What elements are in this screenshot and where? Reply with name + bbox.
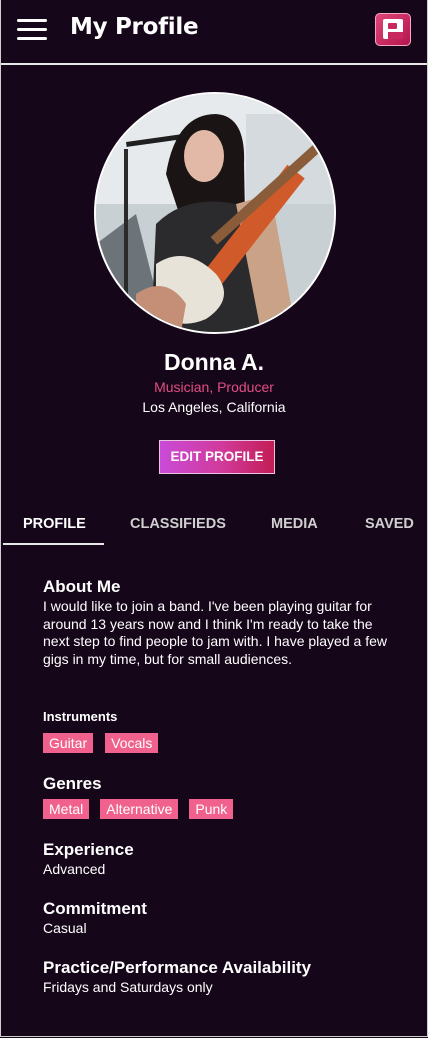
instruments-tags: Guitar Vocals [43,733,159,753]
app-frame: My Profile Donna A. Musician, Producer L… [0,0,428,1037]
about-title: About Me [43,577,121,596]
tab-classifieds[interactable]: CLASSIFIEDS [130,516,226,532]
edit-profile-button[interactable]: EDIT PROFILE [159,440,275,474]
instrument-tag: Vocals [105,733,159,753]
tab-media[interactable]: MEDIA [271,516,318,532]
top-bar: My Profile [1,0,427,65]
profile-role: Musician, Producer [154,379,274,395]
about-text: I would like to join a band. I've been p… [43,598,387,667]
tab-saved[interactable]: SAVED [365,516,414,532]
instruments-title: Instruments [43,709,118,724]
profile-name: Donna A. [163,349,265,375]
profile-location: Los Angeles, California [142,399,286,415]
availability-value: Fridays and Saturdays only [43,979,213,995]
genre-tag: Punk [189,799,234,819]
commitment-value: Casual [43,920,87,936]
commitment-title: Commitment [43,899,147,918]
p-logo-icon[interactable] [375,13,411,46]
experience-value: Advanced [43,861,106,877]
genres-title: Genres [43,774,102,793]
genre-tag: Metal [43,799,90,819]
genres-tags: Metal Alternative Punk [43,799,234,819]
menu-icon[interactable] [17,19,47,41]
experience-title: Experience [43,840,134,859]
genre-tag: Alternative [100,799,179,819]
page-title: My Profile [70,14,199,40]
instrument-tag: Guitar [43,733,94,753]
avatar [94,92,336,334]
active-tab-indicator [3,543,104,545]
tab-profile[interactable]: PROFILE [23,516,86,532]
availability-title: Practice/Performance Availability [43,958,312,977]
